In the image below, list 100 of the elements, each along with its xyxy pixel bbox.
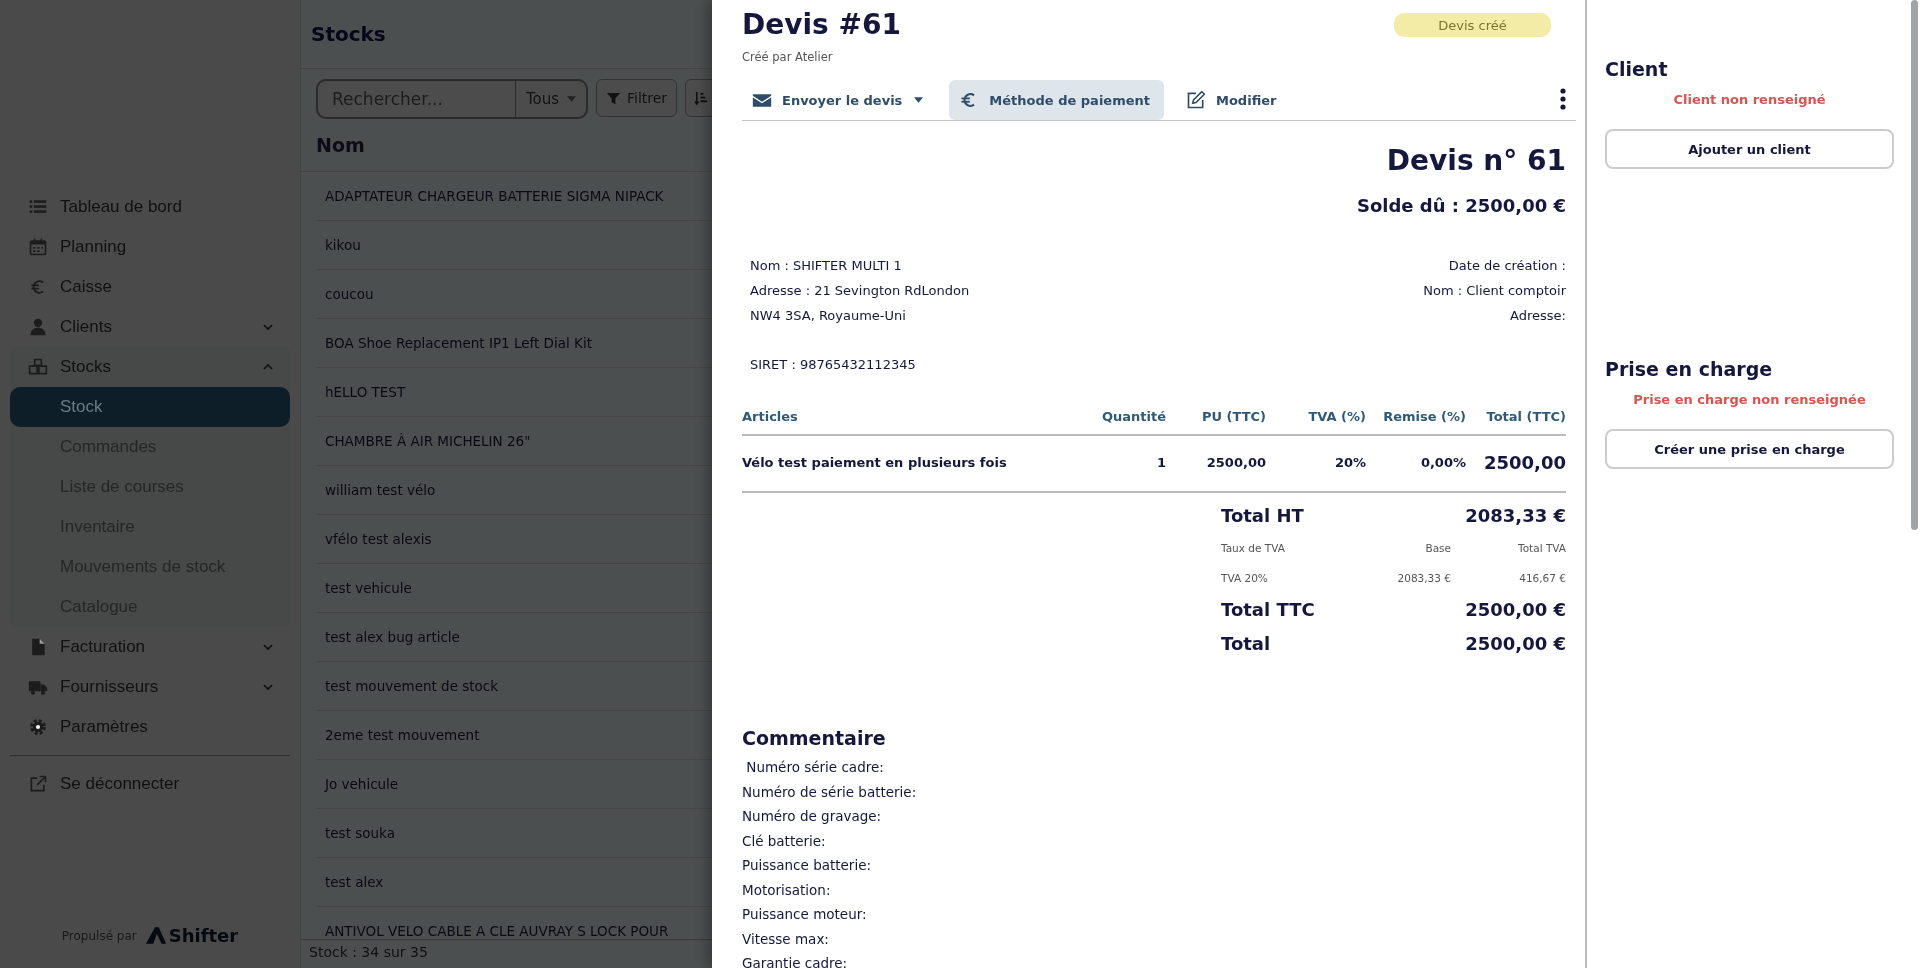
address-line: Date de création : xyxy=(1447,257,1566,275)
sidebar-item[interactable]: Fournisseurs xyxy=(10,667,290,707)
kebab-icon xyxy=(1560,87,1566,110)
menu-label: Fournisseurs xyxy=(60,677,160,697)
table-cell-text: kikou xyxy=(324,237,361,253)
logout-link[interactable]: Se déconnecter xyxy=(10,764,290,804)
column-header: PU (TTC) xyxy=(1166,401,1266,435)
table-cell: 20% xyxy=(1266,435,1366,492)
address-line: Adresse : 21 Sevington RdLondon xyxy=(750,282,970,300)
menu-label: Tableau de bord xyxy=(60,197,183,217)
calendar-icon xyxy=(28,237,48,257)
column-header: Nom xyxy=(316,134,365,156)
total-value: 2500,00 € xyxy=(1465,632,1566,656)
sort-icon xyxy=(694,90,710,106)
table-cell-text: Jo vehicule xyxy=(323,776,399,792)
toolbar-button[interactable]: Méthode de paiement xyxy=(949,80,1164,120)
submenu-item[interactable]: Stock xyxy=(10,387,290,427)
add-button[interactable]: Créer une prise en charge xyxy=(1605,429,1894,469)
table-cell-text: 2eme test mouvement xyxy=(324,727,480,743)
menu-label: Planning xyxy=(60,237,128,257)
sidebar-item[interactable]: Stocks xyxy=(10,347,290,387)
menu-label: Stocks xyxy=(60,357,113,377)
column-header: TVA (%) xyxy=(1266,401,1366,435)
table-cell-text: vfélo test alexis xyxy=(324,531,432,547)
sidebar-item[interactable]: Paramètres xyxy=(10,707,290,747)
caret-icon xyxy=(567,96,576,102)
filter-button[interactable]: Filtrer xyxy=(596,79,678,117)
brand-name: Shifter xyxy=(168,925,239,946)
comment-line: Numéro de série batterie: xyxy=(742,782,918,802)
column-header: Quantité xyxy=(1066,401,1166,435)
column-header: Taux de TVA xyxy=(1221,541,1286,556)
table-cell-text: 2083,33 € xyxy=(1396,571,1451,586)
sidebar-item[interactable]: Clients xyxy=(10,307,290,347)
menu-label: Caisse xyxy=(60,277,113,297)
column-header: Total TVA xyxy=(1517,541,1566,556)
menu-label: Se déconnecter xyxy=(60,774,181,794)
scrollbar-thumb[interactable] xyxy=(1911,0,1918,530)
column-header: Articles xyxy=(742,401,1066,435)
table-cell-text: test souka xyxy=(324,825,395,841)
toolbar-button[interactable]: Modifier xyxy=(1176,80,1291,120)
column-header: Base xyxy=(1424,541,1451,556)
mountain-logo-icon xyxy=(144,926,167,945)
menu-label: Clients xyxy=(60,317,113,337)
add-button[interactable]: Ajouter un client xyxy=(1605,129,1894,169)
table-cell-text: 416,67 € xyxy=(1518,571,1566,586)
sidebar-item[interactable]: Tableau de bord xyxy=(10,187,290,227)
comment-line: Puissance moteur: xyxy=(742,905,868,924)
total-label: Total TTC xyxy=(1221,598,1315,622)
person-icon xyxy=(28,317,48,337)
sidebar-item[interactable]: Caisse xyxy=(10,267,290,307)
total-label: Total xyxy=(1221,632,1271,656)
scope-dropdown[interactable]: Tous xyxy=(514,81,586,117)
column-header: Remise (%) xyxy=(1366,401,1466,435)
menu-label: Paramètres xyxy=(60,717,149,737)
table-cell-text: TVA 20% xyxy=(1221,571,1269,586)
comment-line: Numéro série cadre: xyxy=(745,758,885,777)
address-line: Nom : SHIFTER MULTI 1 xyxy=(750,257,903,275)
comment-line: Garantie cadre: xyxy=(742,954,849,968)
table-cell-text: CHAMBRE À AIR MICHELIN 26" xyxy=(324,433,531,449)
table-cell: 1 xyxy=(1066,435,1166,492)
table-cell: 2500,00 xyxy=(1466,435,1566,492)
table-cell-text: ADAPTATEUR CHARGEUR BATTERIE SIGMA NIPACK xyxy=(324,188,664,204)
table-cell: 2500,00 xyxy=(1166,435,1266,492)
quote-title: Devis #61 xyxy=(742,8,901,42)
table-cell: Vélo test paiement en plusieurs fois xyxy=(742,435,1066,492)
comment-line: Clé batterie: xyxy=(742,831,827,851)
table-cell: 0,00% xyxy=(1366,435,1466,492)
table-cell-text: test alex bug article xyxy=(324,629,460,645)
menu-label: Facturation xyxy=(60,637,147,657)
table-cell-text: william test vélo xyxy=(324,482,436,498)
table-cell-text: hELLO TEST xyxy=(324,384,406,400)
edit-icon xyxy=(1186,90,1206,110)
author-text: Créé par Atelier xyxy=(742,50,834,64)
section-title: Commentaire xyxy=(742,727,887,749)
warning-text: Client non renseigné xyxy=(1672,92,1827,107)
caret-icon xyxy=(914,97,924,103)
sidebar-item[interactable]: Planning xyxy=(10,227,290,267)
comment-line: Numéro de gravage: xyxy=(742,807,883,826)
settings-icon xyxy=(28,717,48,737)
toolbar-button[interactable]: Envoyer le devis xyxy=(742,80,938,120)
table-cell-text: BOA Shoe Replacement IP1 Left Dial Kit xyxy=(324,335,592,351)
siret-text: SIRET : 98765432112345 xyxy=(750,356,917,374)
section-title: Prise en charge xyxy=(1605,358,1774,380)
table-cell-text: test alex xyxy=(324,874,384,890)
total-label: Total HT xyxy=(1221,504,1304,528)
section-title: Client xyxy=(1605,58,1669,80)
address-line: Nom : Client comptoir xyxy=(1423,282,1566,300)
address-line: Adresse: xyxy=(1509,307,1566,325)
table-cell-text: test mouvement de stock xyxy=(324,678,499,694)
column-header: Total (TTC) xyxy=(1466,401,1566,435)
total-value: 2083,33 € xyxy=(1465,504,1566,528)
external-link-icon xyxy=(28,774,48,794)
comment-line: Motorisation: xyxy=(742,880,832,900)
comment-line: Puissance batterie: xyxy=(742,856,872,875)
table-cell-text: ANTIVOL VELO CABLE A CLE AUVRAY S LOCK POUR xyxy=(324,923,669,939)
total-value: 2500,00 € xyxy=(1465,598,1566,622)
sidebar-item[interactable]: Facturation xyxy=(10,627,290,667)
table-cell-text: coucou xyxy=(324,286,374,302)
warning-text: Prise en charge non renseignée xyxy=(1632,392,1867,407)
status-badge: Devis créé xyxy=(1394,13,1551,37)
